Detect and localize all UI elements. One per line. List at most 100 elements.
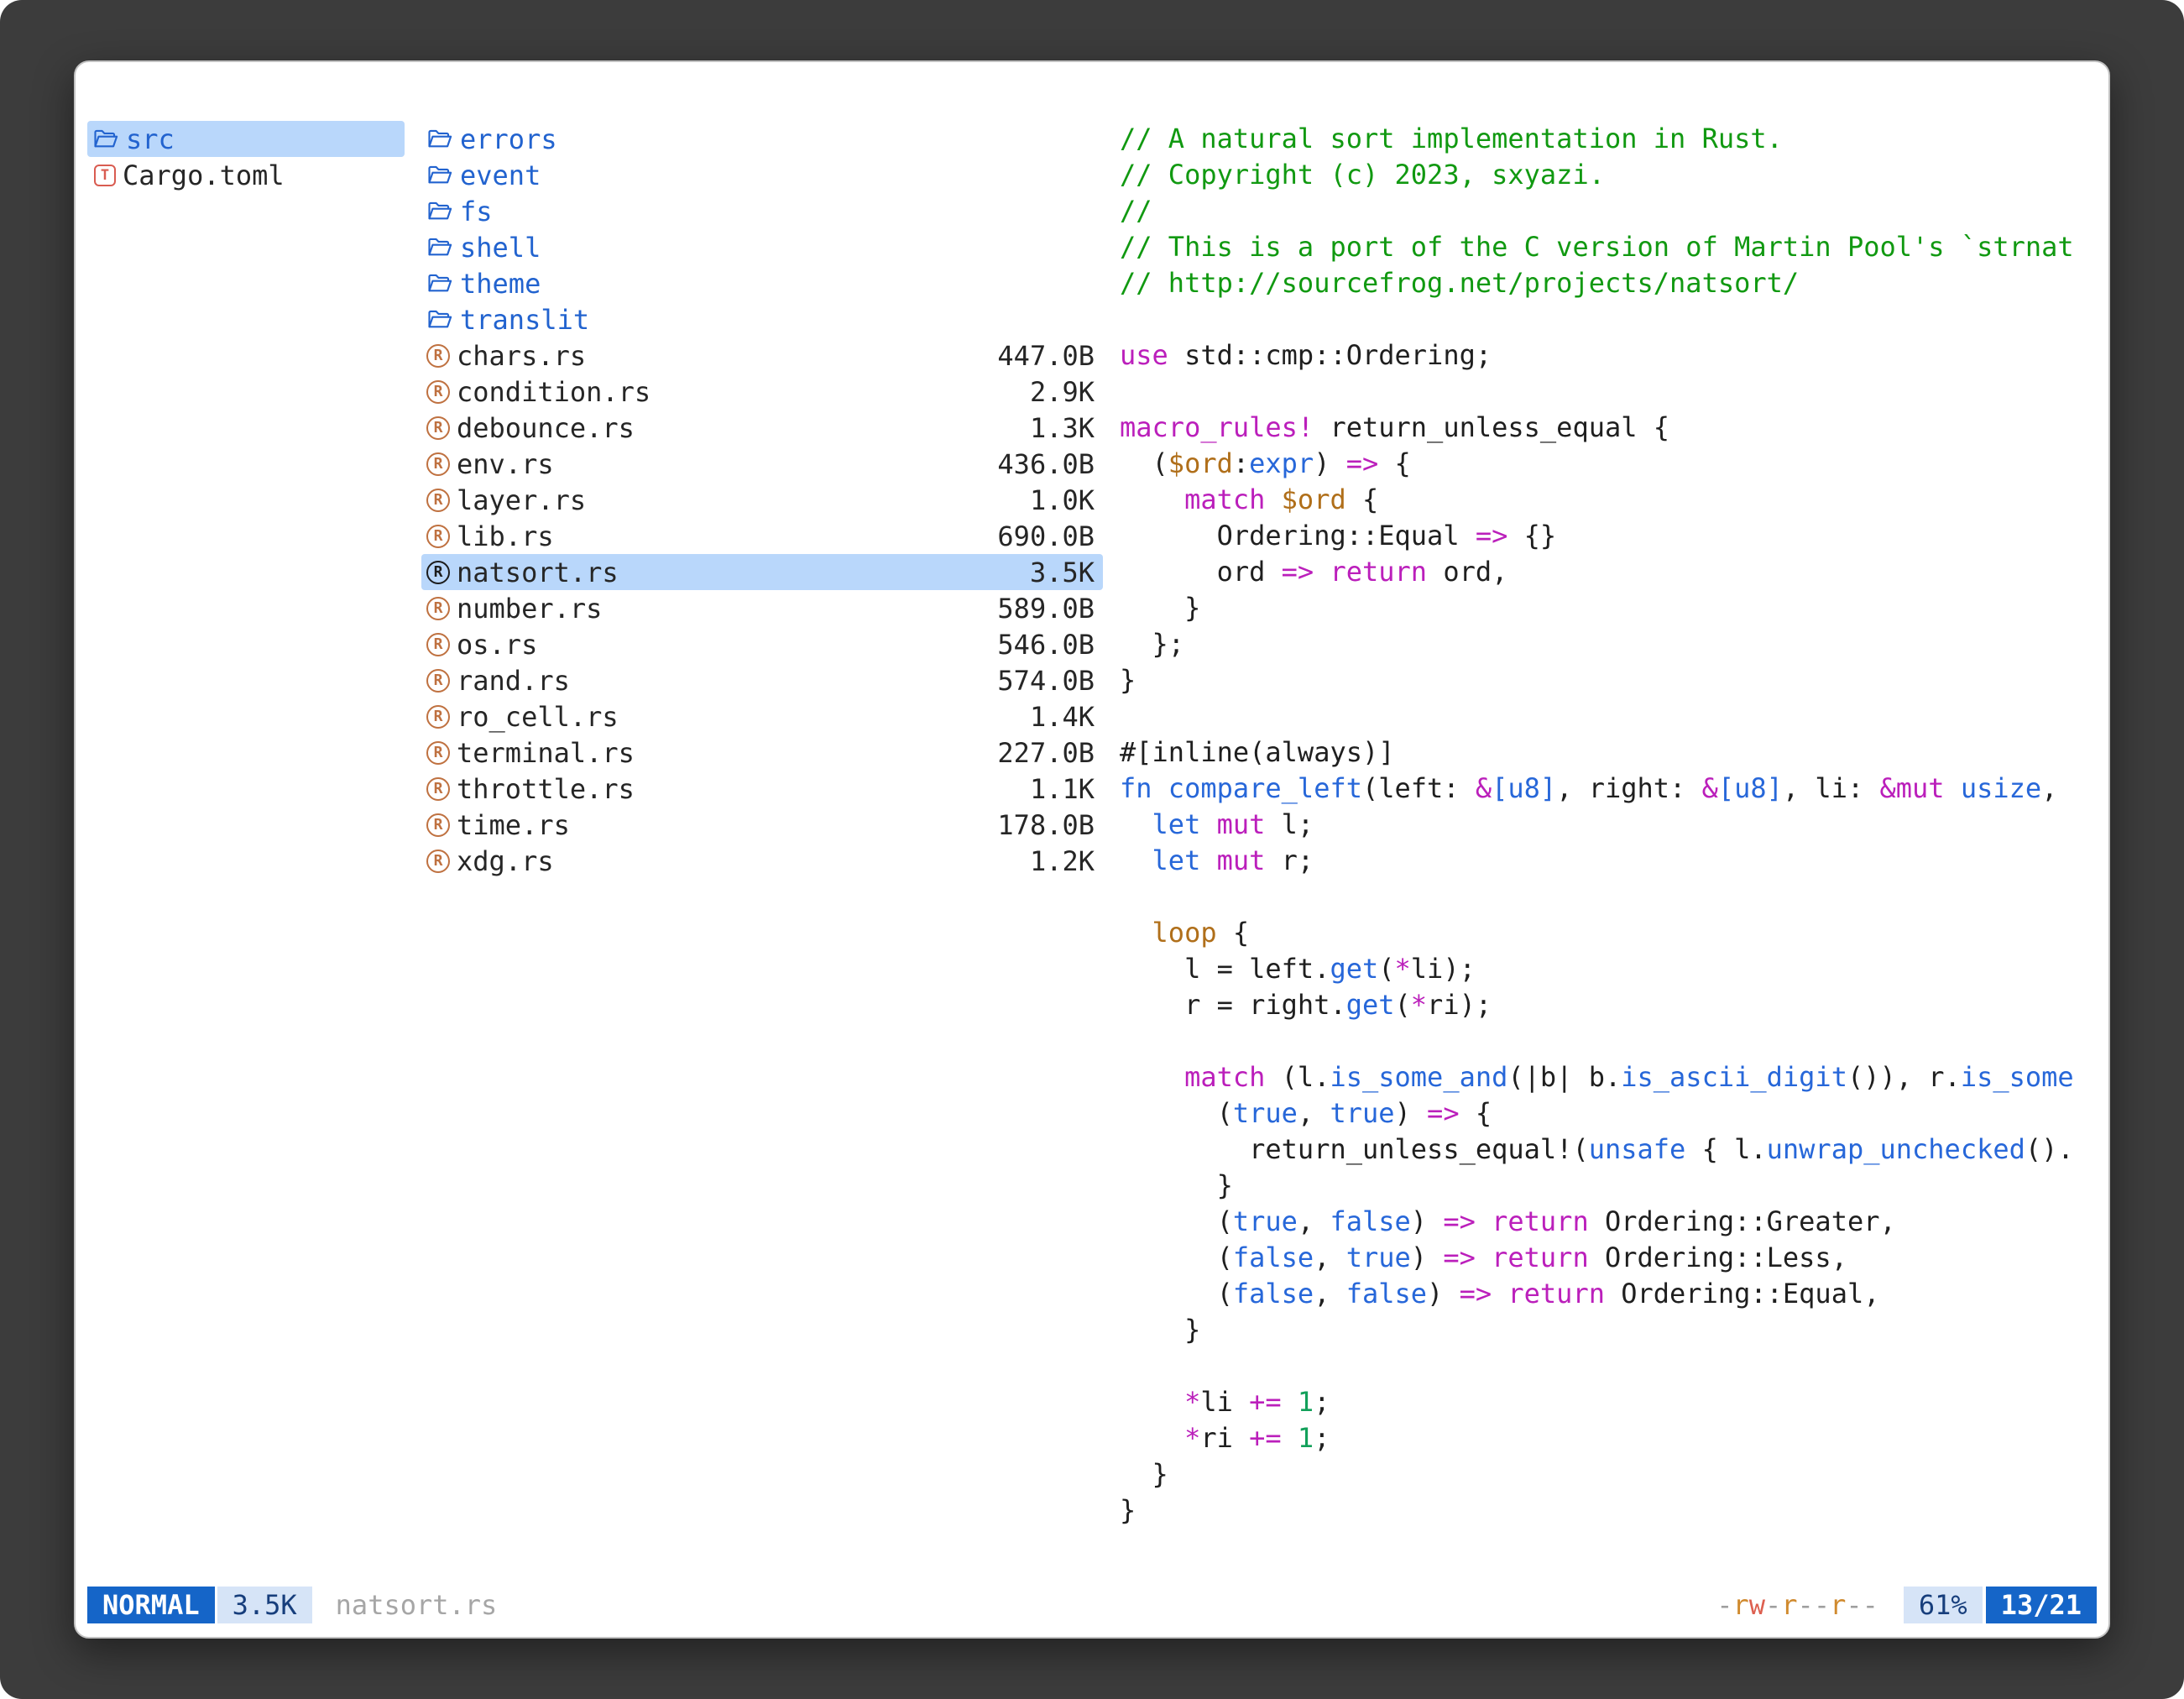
file-row[interactable]: Rtime.rs 178.0B (421, 807, 1103, 843)
dir-row[interactable]: src (87, 121, 405, 157)
rust-file-icon: R (426, 777, 450, 801)
file-size: 1.2K (1030, 845, 1095, 877)
current-pane: errors event fs shell theme translitRchars.rs… (421, 121, 1103, 1587)
file-row[interactable]: Rcondition.rs 2.9K (421, 374, 1103, 410)
file-row[interactable]: Rro_cell.rs1.4K (421, 698, 1103, 734)
code-line: r = right.get(*ri); (1120, 987, 2097, 1023)
file-size: 1.1K (1030, 773, 1095, 805)
rust-file-icon: R (426, 705, 450, 729)
code-line: *ri += 1; (1120, 1420, 2097, 1456)
file-row[interactable]: T Cargo.toml (87, 157, 405, 193)
code-line: return_unless_equal!(unsafe { l.unwrap_u… (1120, 1132, 2097, 1168)
dir-row[interactable]: shell (421, 229, 1103, 265)
rust-file-icon: R (426, 452, 450, 476)
file-row[interactable]: Rthrottle.rs1.1K (421, 771, 1103, 807)
status-file-size: 3.5K (217, 1587, 312, 1623)
toml-file-icon: T (94, 165, 116, 186)
file-name: errors (460, 123, 557, 155)
code-line: (false, false) => return Ordering::Equal… (1120, 1276, 2097, 1312)
code-line: *li += 1; (1120, 1384, 2097, 1420)
folder-icon (426, 163, 453, 188)
folder-icon (426, 199, 453, 224)
code-line: } (1120, 1456, 2097, 1493)
file-row[interactable]: Rxdg.rs 1.2K (421, 843, 1103, 879)
code-line: (true, true) => { (1120, 1095, 2097, 1132)
file-name: fs (460, 196, 493, 227)
file-row[interactable]: Rlayer.rs1.0K (421, 482, 1103, 518)
file-size: 178.0B (997, 809, 1095, 841)
file-size: 436.0B (997, 448, 1095, 480)
file-name: natsort.rs (457, 557, 619, 588)
file-name: time.rs (457, 809, 570, 841)
status-filename: natsort.rs (336, 1589, 498, 1621)
yazi-file-manager-window: src T Cargo.toml errors event fs shell theme tr… (74, 60, 2110, 1639)
code-line: ord => return ord, (1120, 554, 2097, 590)
file-name: env.rs (457, 448, 554, 480)
rust-file-icon: R (426, 344, 450, 368)
file-name: condition.rs (457, 376, 650, 408)
file-size: 3.5K (1030, 557, 1095, 588)
file-name: translit (460, 304, 589, 336)
dir-row[interactable]: event (421, 157, 1103, 193)
code-line: match $ord { (1120, 482, 2097, 518)
file-size: 447.0B (997, 340, 1095, 372)
rust-file-icon: R (426, 669, 450, 693)
file-name: os.rs (457, 629, 537, 661)
file-row[interactable]: Rlib.rs690.0B (421, 518, 1103, 554)
dir-row[interactable]: errors (421, 121, 1103, 157)
status-bar: NORMAL 3.5K natsort.rs -rw-r--r-- 61% 13… (87, 1587, 2097, 1623)
parent-pane: src T Cargo.toml (87, 121, 405, 1587)
file-row[interactable]: Rterminal.rs227.0B (421, 734, 1103, 771)
file-name: rand.rs (457, 665, 570, 697)
file-name: xdg.rs (457, 845, 554, 877)
folder-icon (426, 127, 453, 152)
file-name: event (460, 159, 541, 191)
code-line: // A natural sort implementation in Rust… (1120, 121, 2097, 157)
folder-icon (92, 127, 119, 152)
desktop-background: src T Cargo.toml errors event fs shell theme tr… (0, 0, 2184, 1699)
file-row[interactable]: Ros.rs 546.0B (421, 626, 1103, 662)
code-line: } (1120, 1493, 2097, 1529)
dir-row[interactable]: fs (421, 193, 1103, 229)
folder-icon (426, 235, 453, 260)
rust-file-icon: R (426, 741, 450, 765)
file-name: layer.rs (457, 484, 586, 516)
dir-row[interactable]: translit (421, 301, 1103, 337)
status-cursor-position: 13/21 (1986, 1587, 2097, 1623)
file-size: 1.3K (1030, 412, 1095, 444)
file-size: 589.0B (997, 593, 1095, 625)
status-permissions: -rw-r--r-- (1716, 1589, 1878, 1621)
rust-file-icon: R (426, 633, 450, 656)
file-name: terminal.rs (457, 737, 635, 769)
code-line: // This is a port of the C version of Ma… (1120, 229, 2097, 265)
code-line: (false, true) => return Ordering::Less, (1120, 1240, 2097, 1276)
rust-file-icon: R (426, 850, 450, 873)
rust-file-icon: R (426, 416, 450, 440)
preview-pane: // A natural sort implementation in Rust… (1120, 121, 2097, 1587)
file-name: Cargo.toml (123, 159, 285, 191)
rust-file-icon: R (426, 813, 450, 837)
dir-row[interactable]: theme (421, 265, 1103, 301)
code-line (1120, 1023, 2097, 1059)
file-row[interactable]: Rrand.rs574.0B (421, 662, 1103, 698)
code-line (1120, 374, 2097, 410)
file-row[interactable]: Renv.rs 436.0B (421, 446, 1103, 482)
rust-file-icon: R (426, 380, 450, 404)
file-size: 546.0B (997, 629, 1095, 661)
code-line: // Copyright (c) 2023, sxyazi. (1120, 157, 2097, 193)
code-line: let mut l; (1120, 807, 2097, 843)
code-line: } (1120, 662, 2097, 698)
file-row[interactable]: Rnumber.rs589.0B (421, 590, 1103, 626)
file-size: 2.9K (1030, 376, 1095, 408)
file-row[interactable]: Rnatsort.rs3.5K (421, 554, 1103, 590)
code-line: } (1120, 590, 2097, 626)
code-line (1120, 879, 2097, 915)
code-line: let mut r; (1120, 843, 2097, 879)
file-row[interactable]: Rchars.rs447.0B (421, 337, 1103, 374)
rust-file-icon: R (426, 489, 450, 512)
file-row[interactable]: Rdebounce.rs1.3K (421, 410, 1103, 446)
file-name: theme (460, 268, 541, 300)
file-name: shell (460, 232, 541, 264)
code-line: } (1120, 1168, 2097, 1204)
code-line (1120, 301, 2097, 337)
